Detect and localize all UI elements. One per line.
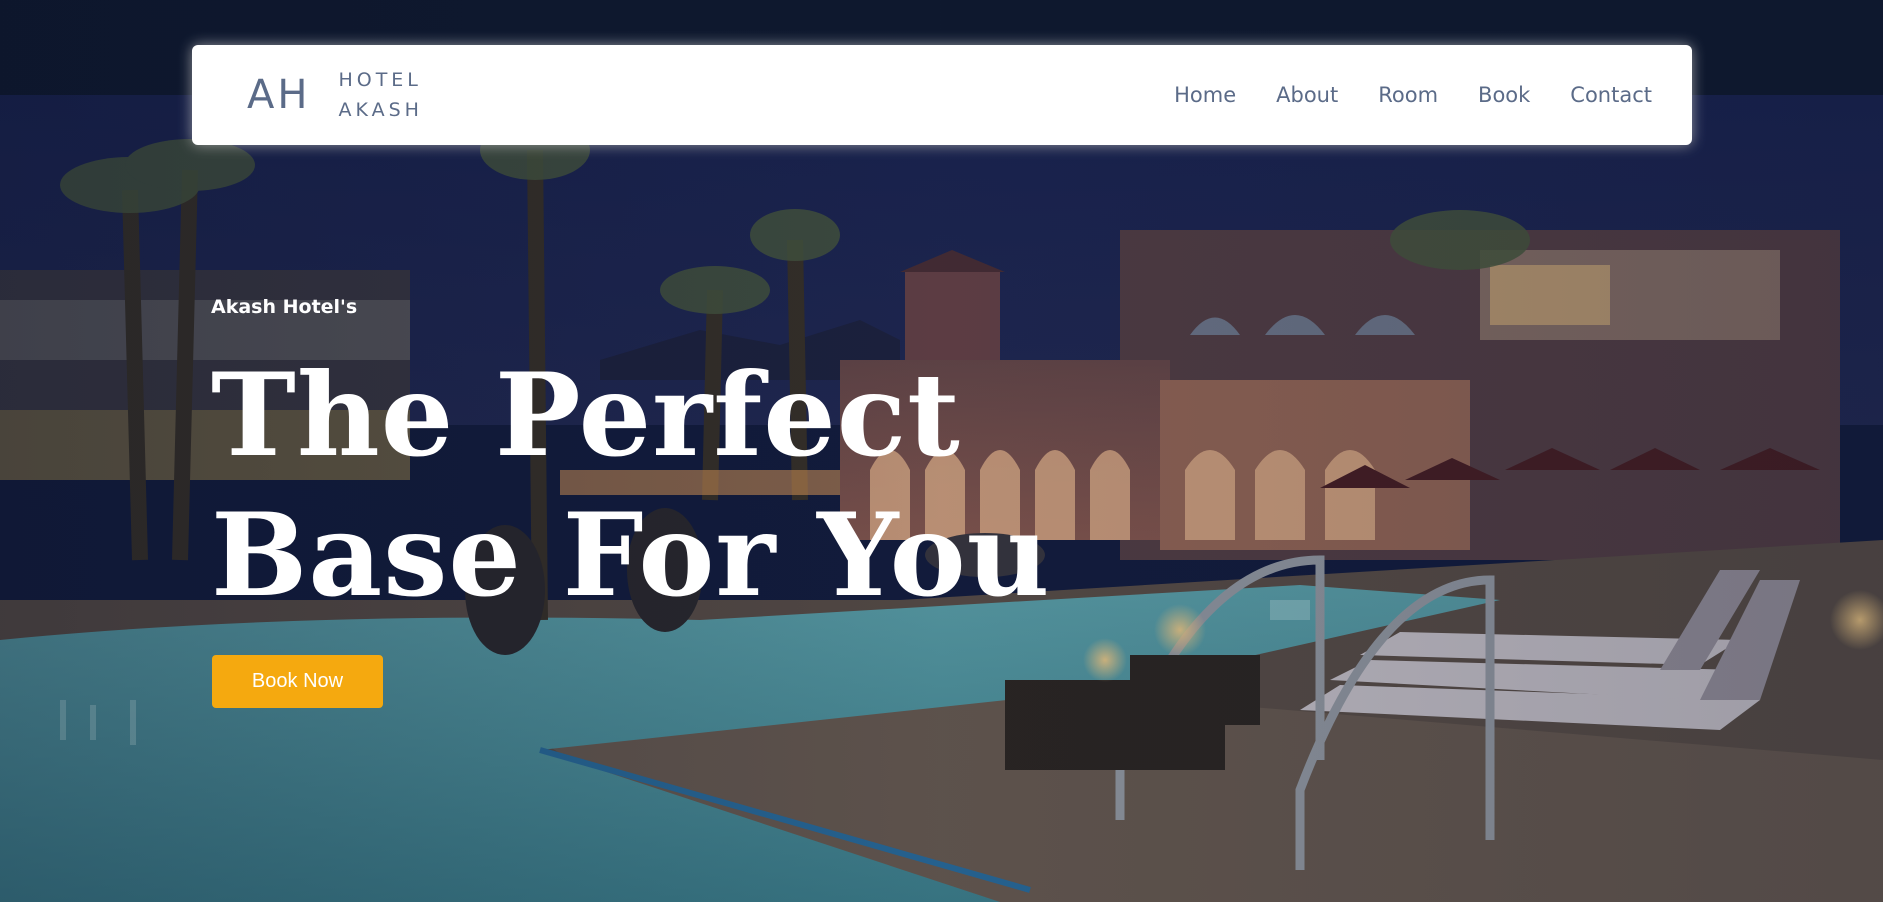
nav-link-contact[interactable]: Contact (1570, 83, 1652, 107)
nav-link-home[interactable]: Home (1174, 83, 1236, 107)
book-now-button[interactable]: Book Now (212, 655, 383, 708)
hero-eyebrow: Akash Hotel's (211, 296, 358, 318)
brand-name-line-2: AKASH (338, 99, 423, 121)
nav-links: Home About Room Book Contact (1134, 83, 1652, 107)
hero-headline-line-2: Base For You (211, 488, 1051, 622)
brand-monogram: AH (247, 72, 311, 118)
nav-link-room[interactable]: Room (1378, 83, 1438, 107)
nav-link-about[interactable]: About (1276, 83, 1338, 107)
navbar: AH HOTEL AKASH Home About Room Book Cont… (192, 45, 1692, 145)
nav-link-book[interactable]: Book (1478, 83, 1530, 107)
hero-headline: The Perfect Base For You (211, 345, 1051, 625)
brand-logo[interactable]: AH HOTEL AKASH (247, 65, 423, 125)
hero-headline-line-1: The Perfect (211, 348, 961, 482)
brand-name: HOTEL AKASH (338, 65, 422, 125)
brand-name-line-1: HOTEL (338, 69, 422, 91)
